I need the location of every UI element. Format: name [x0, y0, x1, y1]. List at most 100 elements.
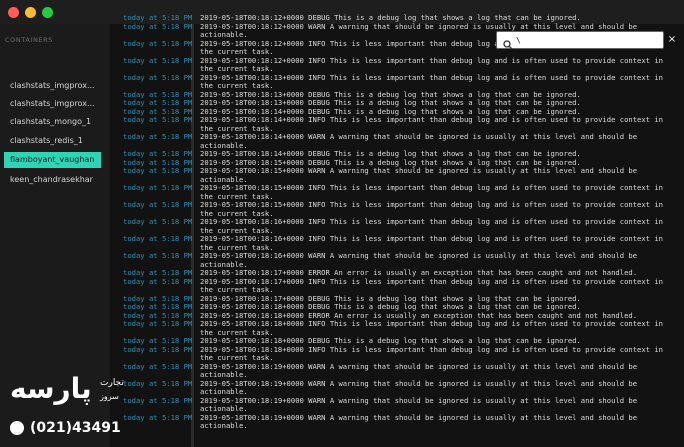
log-line: today at 5:18 PM 2019-05-18T00:18:18+0000…: [123, 319, 683, 329]
log-line: the current task.: [123, 125, 683, 134]
sidebar-section-title: CONTAINERS: [5, 36, 53, 44]
log-line: today at 5:18 PM 2019-05-18T00:18:19+0000…: [123, 413, 683, 423]
log-timestamp: today at 5:18 PM: [123, 55, 193, 65]
log-line: today at 5:18 PM 2019-05-18T00:18:18+0000…: [123, 311, 683, 321]
log-line: the current task.: [123, 244, 683, 253]
log-message: actionable.: [200, 388, 248, 396]
log-message: 2019-05-18T00:18:15+0000 WARN A warning …: [200, 167, 638, 175]
log-message: the current task.: [200, 209, 274, 218]
sidebar-item-flamboyant-vaughan[interactable]: flamboyant_vaughan: [4, 152, 101, 168]
log-message: the current task.: [200, 192, 274, 201]
log-line: the current task.: [123, 286, 683, 295]
log-message: 2019-05-18T00:18:12+0000 WARN A warning …: [200, 22, 638, 31]
log-message: the current task.: [200, 82, 274, 90]
log-output: today at 5:18 PM 2019-05-18T00:18:12+0000…: [123, 13, 683, 431]
log-line: today at 5:18 PM 2019-05-18T00:18:14+0000…: [123, 132, 683, 142]
sidebar-item-clashstats-imgprox-1[interactable]: clashstats_imgprox...: [4, 78, 101, 94]
log-line: today at 5:18 PM 2019-05-18T00:18:14+0000…: [123, 149, 683, 159]
log-message: actionable.: [200, 371, 248, 379]
log-message: 2019-05-18T00:18:19+0000 WARN A warning …: [200, 379, 638, 388]
log-line: the current task.: [123, 354, 683, 363]
log-timestamp: today at 5:18 PM: [123, 132, 193, 141]
log-line: actionable.: [123, 261, 683, 270]
log-message: 2019-05-18T00:18:13+0000 DEBUG This is a…: [200, 99, 581, 107]
log-message: actionable.: [200, 422, 248, 430]
log-message: 2019-05-18T00:18:19+0000 WARN A warning …: [200, 396, 638, 405]
log-line: today at 5:18 PM 2019-05-18T00:18:19+0000…: [123, 379, 683, 389]
log-line: actionable.: [123, 405, 683, 414]
log-message: 2019-05-18T00:18:14+0000 DEBUG This is a…: [200, 107, 581, 116]
log-line: today at 5:18 PM 2019-05-18T00:18:16+0000…: [123, 234, 683, 244]
sidebar-item-clashstats-mongo[interactable]: clashstats_mongo_1: [4, 114, 101, 130]
log-message: 2019-05-18T00:18:19+0000 WARN A warning …: [200, 362, 638, 371]
log-message: 2019-05-18T00:18:18+0000 DEBUG This is a…: [200, 303, 581, 311]
log-line: the current task.: [123, 210, 683, 219]
log-timestamp: today at 5:18 PM: [123, 166, 193, 175]
log-line: actionable.: [123, 371, 683, 380]
log-message: the current task.: [200, 226, 274, 235]
log-message: 2019-05-18T00:18:15+0000 DEBUG This is a…: [200, 158, 581, 167]
log-line: today at 5:18 PM 2019-05-18T00:18:12+0000…: [123, 21, 683, 32]
log-line: today at 5:18 PM 2019-05-18T00:18:17+0000…: [123, 276, 683, 287]
log-line: today at 5:18 PM 2019-05-18T00:18:17+0000…: [123, 294, 683, 304]
log-line: the current task.: [123, 82, 683, 91]
log-timestamp: today at 5:18 PM: [123, 217, 193, 226]
log-message: actionable.: [200, 260, 248, 269]
search-input[interactable]: [516, 34, 660, 47]
log-line: today at 5:18 PM 2019-05-18T00:18:14+0000…: [123, 115, 683, 125]
log-message: 2019-05-18T00:18:15+0000 INFO This is le…: [200, 184, 664, 192]
log-message: the current task.: [200, 65, 274, 73]
log-message: 2019-05-18T00:18:13+0000 DEBUG This is a…: [200, 90, 581, 99]
log-line: today at 5:18 PM 2019-05-18T00:18:15+0000…: [123, 166, 683, 176]
log-message: the current task.: [200, 328, 274, 337]
log-message: 2019-05-18T00:18:18+0000 INFO This is le…: [200, 345, 664, 354]
log-line: the current task.: [123, 227, 683, 236]
close-search-button[interactable]: ×: [664, 31, 680, 49]
log-line: today at 5:18 PM 2019-05-18T00:18:15+0000…: [123, 158, 683, 168]
log-line: today at 5:18 PM 2019-05-18T00:18:13+0000…: [123, 90, 683, 100]
log-message: 2019-05-18T00:18:14+0000 INFO This is le…: [200, 116, 664, 124]
log-message: 2019-05-18T00:18:12+0000 DEBUG This is a…: [200, 14, 581, 22]
search-box[interactable]: [496, 31, 664, 50]
log-timestamp: today at 5:18 PM: [123, 38, 193, 48]
sidebar-item-clashstats-redis[interactable]: clashstats_redis_1: [4, 133, 101, 149]
log-timestamp: today at 5:18 PM: [123, 276, 193, 286]
log-line: today at 5:18 PM 2019-05-18T00:18:14+0000…: [123, 107, 683, 117]
log-line: today at 5:18 PM 2019-05-18T00:18:16+0000…: [123, 251, 683, 261]
log-timestamp: today at 5:18 PM: [123, 183, 193, 192]
log-timestamp: today at 5:18 PM: [123, 21, 193, 31]
log-timestamp: today at 5:18 PM: [123, 115, 193, 124]
watermark-brand: پارسه: [10, 372, 92, 405]
log-line: today at 5:18 PM 2019-05-18T00:18:18+0000…: [123, 302, 683, 312]
log-timestamp: today at 5:18 PM: [123, 234, 193, 243]
log-message: 2019-05-18T00:18:16+0000 INFO This is le…: [200, 218, 664, 226]
minimize-window-button[interactable]: [25, 7, 36, 18]
watermark-logo: پارسه تجارت سروز (021)43491: [0, 364, 180, 447]
log-timestamp: today at 5:18 PM: [123, 72, 193, 82]
log-message: the current task.: [200, 48, 274, 56]
log-line: the current task.: [123, 329, 683, 338]
log-message: 2019-05-18T00:18:16+0000 INFO This is le…: [200, 235, 664, 243]
log-message: actionable.: [200, 405, 248, 413]
log-line: today at 5:18 PM 2019-05-18T00:18:18+0000…: [123, 345, 683, 355]
log-message: 2019-05-18T00:18:18+0000 INFO This is le…: [200, 320, 664, 328]
log-message: 2019-05-18T00:18:16+0000 WARN A warning …: [200, 252, 638, 260]
log-line: today at 5:18 PM 2019-05-18T00:18:12+0000…: [123, 13, 683, 23]
watermark-phone: (021)43491: [10, 419, 121, 437]
log-line: the current task.: [123, 65, 683, 74]
maximize-window-button[interactable]: [42, 7, 53, 18]
log-message: actionable.: [200, 175, 248, 184]
log-line: today at 5:18 PM 2019-05-18T00:18:17+0000…: [123, 268, 683, 278]
phone-icon: [10, 421, 24, 435]
close-window-button[interactable]: [8, 7, 19, 18]
log-line: the current task.: [123, 193, 683, 202]
search-icon: [503, 35, 513, 54]
log-line: today at 5:18 PM 2019-05-18T00:18:18+0000…: [123, 336, 683, 346]
log-line: today at 5:18 PM 2019-05-18T00:18:13+0000…: [123, 72, 683, 83]
log-line: actionable.: [123, 176, 683, 185]
log-message: actionable.: [200, 31, 248, 39]
sidebar-item-clashstats-imgprox-2[interactable]: clashstats_imgprox...: [4, 96, 101, 112]
sidebar-item-keen-chandrasekhar[interactable]: keen_chandrasekhar: [4, 172, 101, 188]
log-timestamp: today at 5:18 PM: [123, 200, 193, 209]
log-line: actionable.: [123, 142, 683, 151]
